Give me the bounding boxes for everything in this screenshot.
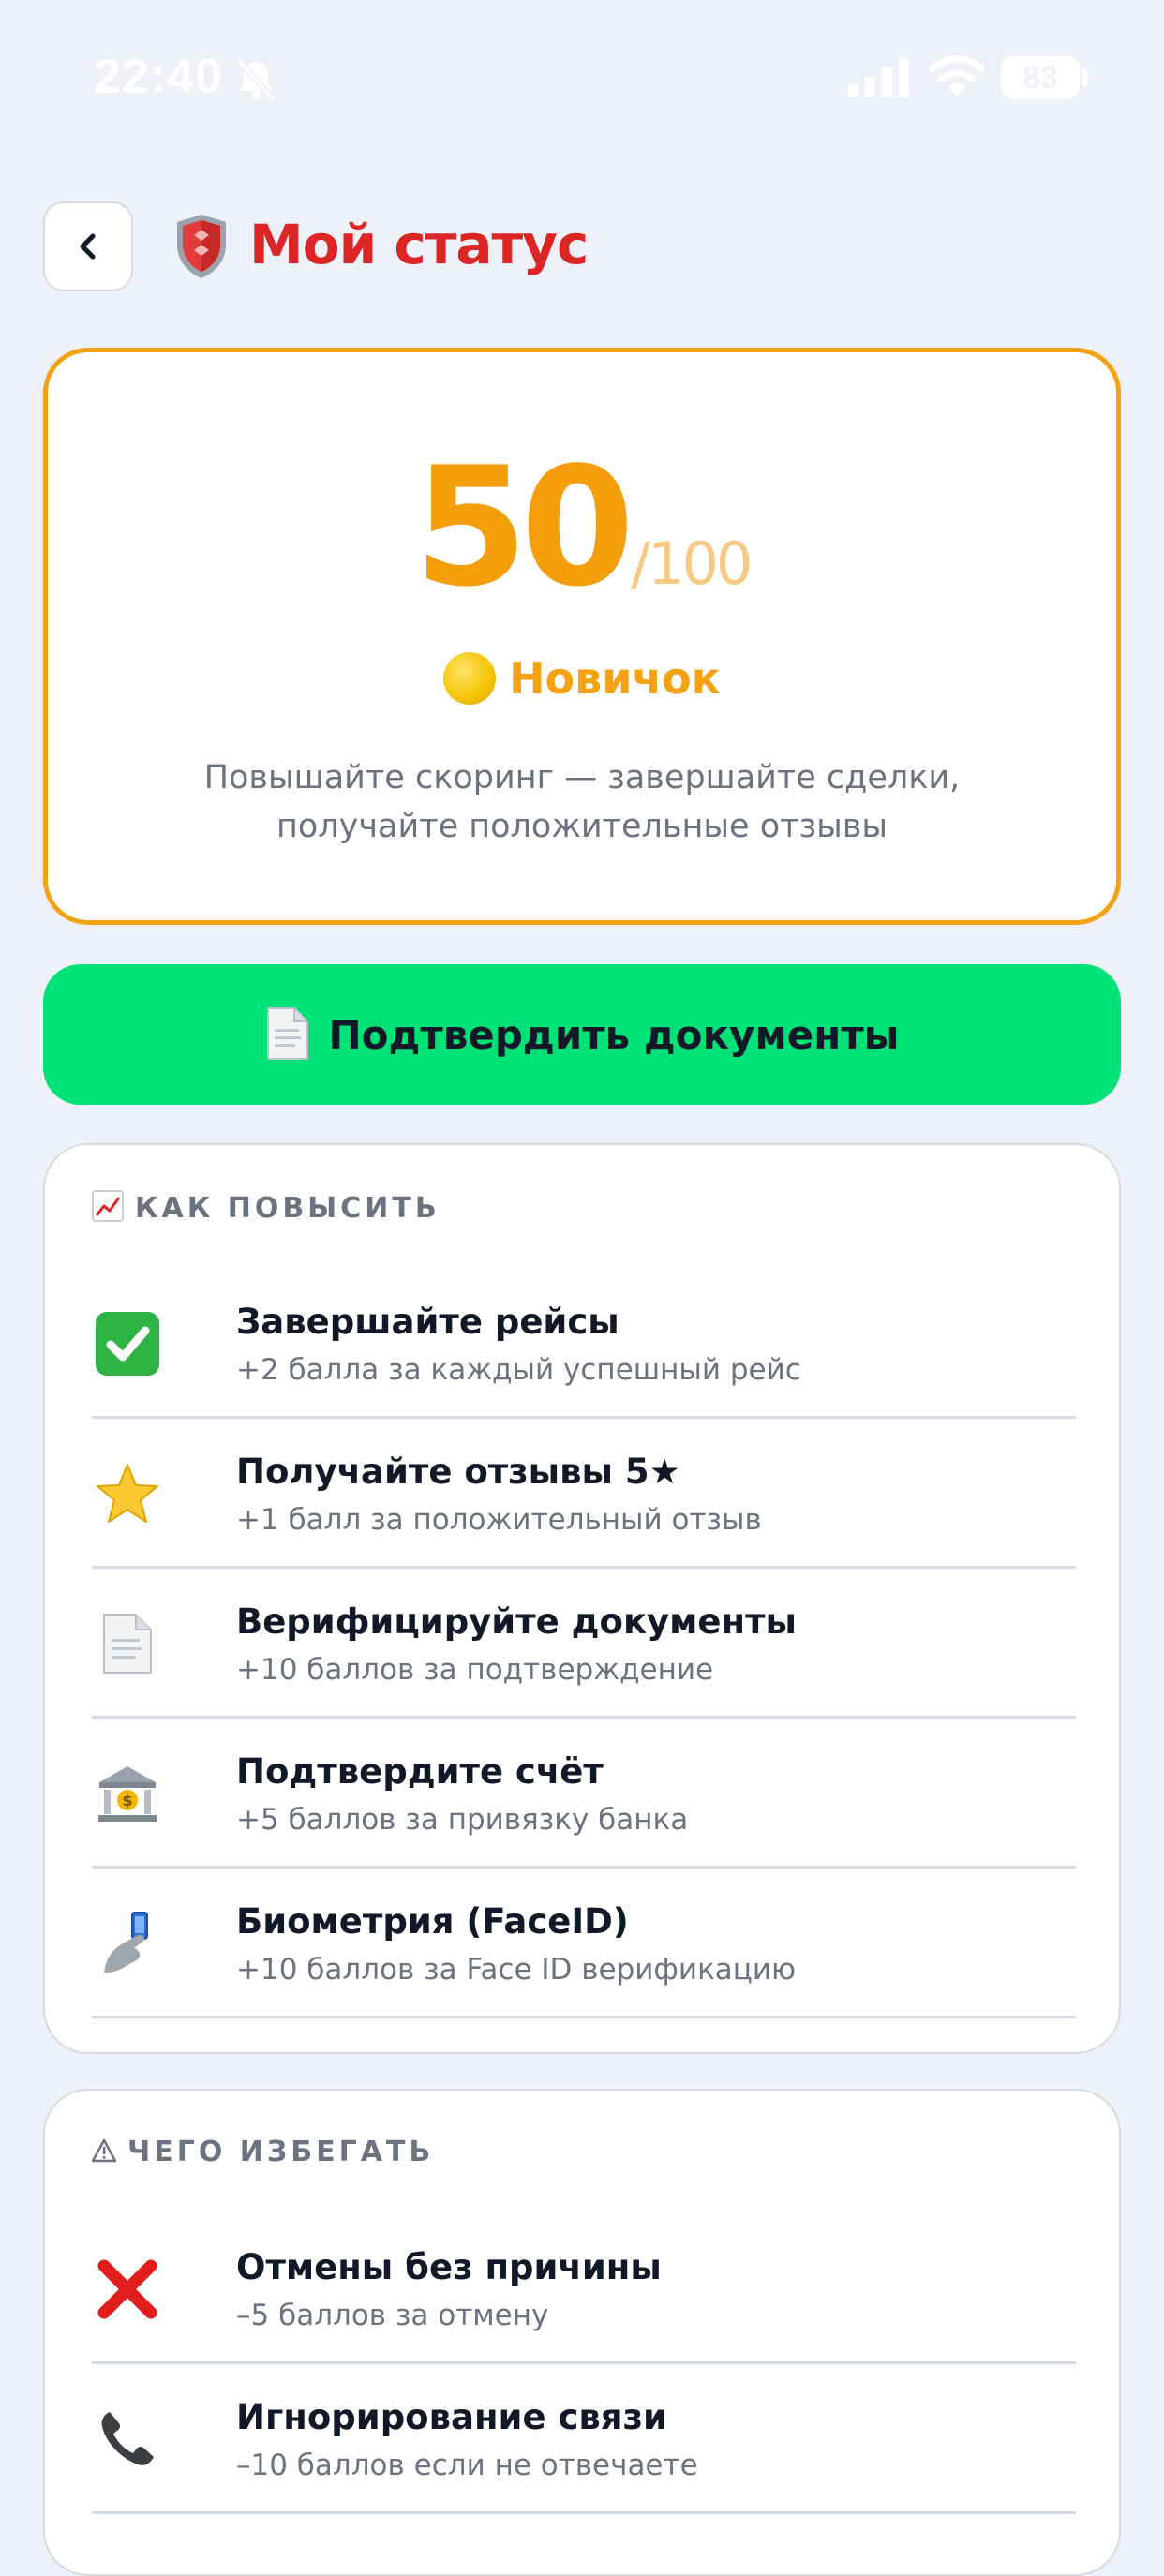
list-item: Верифицируйте документы +10 баллов за по… — [92, 1569, 1076, 1719]
list-item: Игнорирование связи –10 баллов если не о… — [92, 2364, 1076, 2514]
avoid-heading: ЧЕГО ИЗБЕГАТЬ — [91, 2136, 435, 2168]
item-subtitle: +1 балл за положительный отзыв — [236, 1503, 762, 1537]
warning-icon — [91, 2138, 117, 2167]
wifi-icon — [928, 54, 986, 101]
list-item: $ Подтвердите счёт +5 баллов за привязку… — [92, 1719, 1076, 1869]
page-title: Мой статус — [249, 213, 589, 276]
bell-slash-icon — [234, 56, 277, 107]
chevron-left-icon — [80, 233, 96, 260]
bank-icon: $ — [92, 1758, 163, 1829]
yellow-circle-icon — [443, 652, 497, 705]
battery-icon: 83 — [1001, 56, 1080, 99]
item-subtitle: –10 баллов если не отвечаете — [236, 2449, 698, 2482]
item-subtitle: +10 баллов за подтверждение — [236, 1653, 714, 1687]
level-label: Новичок — [509, 653, 721, 704]
score-card: 50/100 Новичок Повышайте скоринг — завер… — [43, 348, 1121, 925]
item-subtitle: +5 баллов за привязку банка — [236, 1803, 689, 1837]
item-title: Получайте отзывы 5★ — [236, 1452, 680, 1492]
item-title: Игнорирование связи — [236, 2397, 667, 2437]
list-item: Получайте отзывы 5★ +1 балл за положител… — [92, 1419, 1076, 1569]
confirm-documents-button[interactable]: Подтвердить документы — [43, 964, 1121, 1105]
avoid-panel: ЧЕГО ИЗБЕГАТЬ Отмены без причины –5 балл… — [43, 2089, 1121, 2576]
improve-title: КАК ПОВЫСИТЬ — [135, 1191, 440, 1225]
phone-in-hand-icon — [92, 1908, 163, 1979]
status-bar: 22:40 83 — [0, 0, 1164, 150]
item-subtitle: +10 баллов за Face ID верификацию — [236, 1953, 797, 1987]
score-value: 50 — [413, 433, 635, 623]
battery-tip — [1082, 69, 1088, 86]
svg-text:$: $ — [122, 1792, 132, 1809]
score-max: /100 — [631, 529, 753, 598]
item-title: Завершайте рейсы — [236, 1302, 619, 1342]
check-mark-icon — [92, 1308, 163, 1379]
item-title: Отмены без причины — [236, 2247, 662, 2287]
list-item: Завершайте рейсы +2 балла за каждый успе… — [92, 1269, 1076, 1419]
document-icon — [92, 1608, 163, 1679]
avoid-title: ЧЕГО ИЗБЕГАТЬ — [127, 2136, 435, 2168]
score-description-line1: Повышайте скоринг — завершайте сделки, — [203, 759, 961, 797]
list-item: Отмены без причины –5 баллов за отмену — [92, 2214, 1076, 2364]
shield-icon — [173, 213, 230, 284]
phone-icon — [92, 2404, 163, 2475]
chart-up-icon — [92, 1190, 124, 1226]
back-button[interactable] — [43, 201, 133, 291]
improve-panel: КАК ПОВЫСИТЬ Завершайте рейсы +2 балла з… — [43, 1143, 1121, 2054]
star-icon — [92, 1458, 163, 1529]
status-time: 22:40 — [94, 50, 223, 104]
list-item: Биометрия (FaceID) +10 баллов за Face ID… — [92, 1869, 1076, 2018]
score-description-line2: получайте положительные отзывы — [276, 808, 888, 845]
document-icon — [264, 1006, 311, 1064]
item-title: Верифицируйте документы — [236, 1601, 797, 1642]
item-title: Подтвердите счёт — [236, 1751, 604, 1792]
item-title: Биометрия (FaceID) — [236, 1901, 629, 1942]
score-description: Повышайте скоринг — завершайте сделки, п… — [104, 753, 1060, 851]
signal-icon — [848, 58, 910, 101]
header: Мой статус — [0, 201, 1164, 295]
level-badge: Новичок — [48, 652, 1116, 705]
cross-mark-icon — [92, 2254, 163, 2325]
item-subtitle: +2 балла за каждый успешный рейс — [236, 1353, 801, 1387]
item-subtitle: –5 баллов за отмену — [236, 2299, 549, 2332]
improve-heading: КАК ПОВЫСИТЬ — [92, 1190, 440, 1226]
confirm-documents-label: Подтвердить документы — [328, 1011, 900, 1058]
score-display: 50/100 — [48, 446, 1116, 610]
